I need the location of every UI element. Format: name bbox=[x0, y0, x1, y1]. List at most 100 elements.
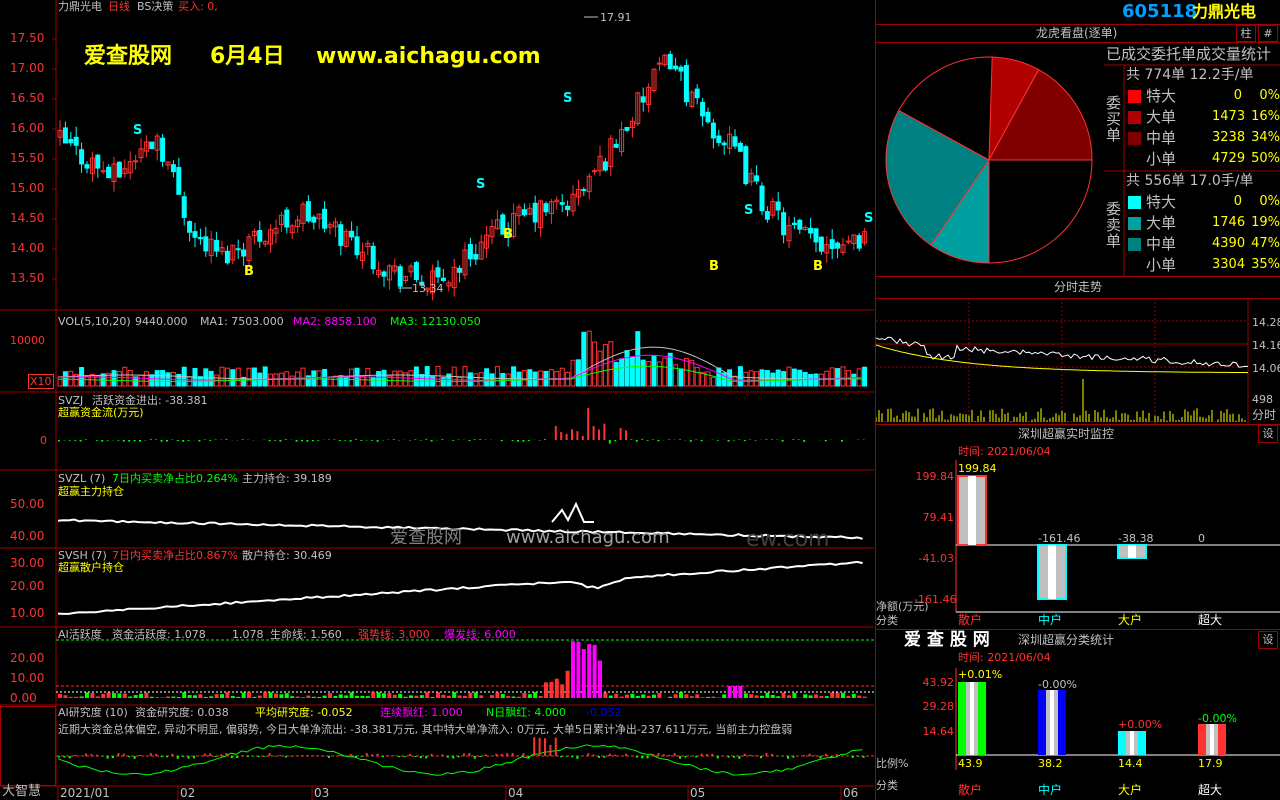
date-tick: 02 bbox=[180, 786, 196, 800]
ai-bar bbox=[576, 641, 581, 698]
monitor-axis-tick: 199.84 bbox=[915, 470, 955, 483]
svzj-bar bbox=[468, 440, 471, 442]
volume-bar bbox=[300, 367, 306, 387]
research-bar bbox=[311, 755, 314, 756]
period-label[interactable]: 日线 bbox=[108, 0, 130, 13]
svzj-bar bbox=[511, 440, 514, 441]
candle-body bbox=[829, 239, 835, 249]
research-bar bbox=[511, 753, 514, 756]
research-bar bbox=[365, 753, 368, 756]
research-bar bbox=[830, 756, 833, 759]
ghost-watermark-tail: ew.com bbox=[746, 527, 830, 552]
indicator-label[interactable]: BS决策 bbox=[137, 0, 173, 13]
ai-bar bbox=[290, 696, 295, 698]
ai-bar bbox=[684, 694, 689, 698]
svzj-bar bbox=[155, 439, 158, 440]
vol-ma1: MA1: 7503.000 bbox=[200, 315, 284, 328]
signal-b-mark: B bbox=[813, 259, 823, 274]
candle-body bbox=[759, 185, 765, 212]
research-bar bbox=[862, 756, 865, 758]
svzl-hold: 主力持仓: 39.189 bbox=[242, 472, 332, 485]
ai-bar bbox=[738, 686, 743, 698]
research-bar bbox=[187, 756, 190, 759]
research-bar bbox=[68, 756, 71, 759]
ai-bar bbox=[625, 694, 629, 698]
svzj-bar bbox=[85, 439, 87, 440]
research-bar bbox=[673, 753, 676, 756]
svzj-bar bbox=[392, 439, 395, 440]
svzj-bar bbox=[598, 429, 600, 440]
research-bar bbox=[657, 753, 660, 756]
ai-bar bbox=[592, 644, 597, 698]
category-bar-core bbox=[1050, 690, 1054, 755]
ai-bar bbox=[295, 696, 300, 698]
research-bar bbox=[851, 756, 854, 758]
volume-bar bbox=[376, 371, 382, 387]
svzj-bar bbox=[68, 440, 71, 441]
ai-bar bbox=[409, 695, 413, 698]
candle-body bbox=[565, 205, 571, 211]
ai-bar bbox=[841, 692, 845, 698]
category-value: 17.9 bbox=[1198, 757, 1223, 770]
ai-bar bbox=[441, 694, 446, 698]
monitor-title: 深圳超赢实时监控 bbox=[1018, 427, 1115, 441]
monitor-settings-button[interactable]: 设 bbox=[1258, 425, 1278, 443]
research-bar bbox=[695, 756, 698, 758]
ai-bar bbox=[716, 697, 721, 698]
buy-summary: 共 774单 12.2手/单 bbox=[1126, 67, 1254, 83]
volume-bar bbox=[748, 370, 754, 387]
svzj-bar bbox=[284, 438, 287, 440]
main-chart-area[interactable]: SBSBSBSBS 力鼎光电 日线 BS决策 买入: 0, 爱查股网 6月4日 … bbox=[0, 0, 874, 800]
research-bar bbox=[738, 756, 741, 759]
volume-bar bbox=[424, 366, 430, 387]
candle-body bbox=[683, 64, 689, 103]
research-bar bbox=[711, 753, 714, 756]
volume-bar bbox=[219, 366, 225, 387]
ai-bar bbox=[473, 692, 478, 698]
volume-bar bbox=[840, 366, 846, 387]
ai-bar bbox=[193, 695, 197, 698]
volume-bar bbox=[797, 369, 803, 387]
volume-bar bbox=[548, 369, 554, 387]
svsh-axis-10: 10.00 bbox=[10, 606, 45, 620]
ai-bar bbox=[371, 692, 376, 698]
candle-body bbox=[613, 143, 619, 148]
candle-body bbox=[397, 266, 403, 287]
svzj-bar bbox=[387, 439, 390, 440]
svzj-bar bbox=[738, 439, 741, 440]
candle-body bbox=[181, 196, 187, 218]
research-bar bbox=[117, 753, 120, 756]
research-bar bbox=[376, 753, 379, 756]
research-bar bbox=[754, 755, 757, 756]
research-bar bbox=[112, 756, 114, 759]
ai-bar bbox=[581, 649, 586, 698]
date-tick: 2021/01 bbox=[60, 786, 110, 800]
ai-bar bbox=[328, 693, 332, 698]
research-bar bbox=[106, 756, 109, 759]
ai-bar bbox=[355, 695, 359, 698]
pie-buy-slice bbox=[988, 159, 1093, 264]
volume-bar bbox=[791, 368, 797, 387]
research-bar bbox=[554, 737, 557, 756]
research-bar bbox=[560, 756, 563, 758]
ai-axis-20: 20.00 bbox=[10, 651, 45, 665]
watermark-date: 6月4日 bbox=[210, 44, 285, 69]
svzj-bar bbox=[689, 440, 692, 442]
buy-row-pct: 0% bbox=[1259, 88, 1280, 103]
candle-body bbox=[743, 146, 749, 185]
research-bar bbox=[770, 753, 773, 756]
svzj-bar bbox=[641, 438, 644, 440]
ai-bar bbox=[598, 660, 602, 698]
svzl-spike bbox=[551, 501, 594, 523]
category-settings-button[interactable]: 设 bbox=[1258, 631, 1278, 649]
ai-bar bbox=[101, 693, 106, 698]
candle-body bbox=[322, 208, 328, 229]
ai-bar bbox=[862, 696, 867, 698]
research-bar bbox=[236, 756, 239, 759]
volume-bar bbox=[316, 370, 322, 387]
research-bar bbox=[803, 754, 806, 756]
candle-body bbox=[602, 161, 608, 171]
svzj-bar bbox=[128, 440, 131, 442]
ai-bar bbox=[792, 692, 797, 698]
svzj-bar bbox=[360, 440, 363, 441]
